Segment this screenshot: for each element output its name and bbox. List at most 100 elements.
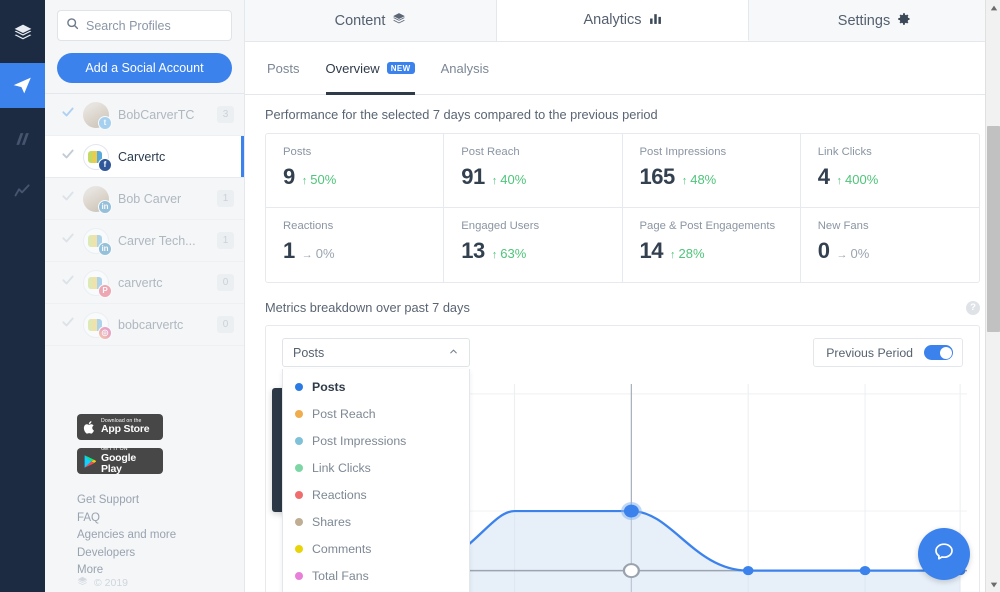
metric-value: 0 bbox=[818, 238, 830, 264]
scrollbar-up-arrow[interactable] bbox=[986, 0, 1000, 15]
dropdown-option[interactable]: Comments bbox=[283, 535, 469, 562]
profile-name: BobCarverTC bbox=[118, 108, 217, 122]
profile-name: Bob Carver bbox=[118, 192, 217, 206]
option-label: Total Fans bbox=[312, 569, 369, 583]
dropdown-option[interactable]: Post Impressions bbox=[283, 427, 469, 454]
metric-label: Reactions bbox=[283, 220, 443, 232]
paper-plane-icon bbox=[12, 75, 33, 96]
option-color-dot bbox=[295, 491, 303, 499]
option-color-dot bbox=[295, 383, 303, 391]
search-profiles-box[interactable] bbox=[57, 10, 232, 41]
add-social-account-button[interactable]: Add a Social Account bbox=[57, 53, 232, 83]
apple-icon bbox=[83, 420, 96, 435]
metric-delta-value: 40% bbox=[500, 172, 526, 187]
metric-trend-arrow-icon: ↑ bbox=[492, 249, 498, 261]
gear-icon bbox=[897, 12, 911, 30]
profile-name: bobcarvertc bbox=[118, 318, 217, 332]
play-triangle-icon bbox=[83, 454, 96, 469]
profile-row[interactable]: ◎bobcarvertc0 bbox=[45, 304, 244, 346]
option-color-dot bbox=[295, 518, 303, 526]
metric-card: Page & Post Engagements14↑28% bbox=[623, 208, 801, 282]
metric-card: Post Impressions165↑48% bbox=[623, 134, 801, 208]
metric-value: 1 bbox=[283, 238, 295, 264]
google-play-badge[interactable]: GET IT ON Google Play bbox=[77, 448, 163, 474]
metric-trend-arrow-icon: → bbox=[302, 249, 313, 261]
metric-select[interactable]: Posts bbox=[282, 338, 470, 367]
dropdown-option[interactable]: Posts bbox=[283, 373, 469, 400]
profile-row[interactable]: Pcarvertc0 bbox=[45, 262, 244, 304]
metric-label: Post Reach bbox=[461, 146, 621, 158]
rail-item-buffer-logo[interactable] bbox=[0, 10, 45, 55]
sidebar-link[interactable]: Get Support bbox=[77, 492, 244, 510]
profile-check-icon[interactable] bbox=[61, 315, 75, 334]
sidebar-link[interactable]: FAQ bbox=[77, 510, 244, 528]
profile-row[interactable]: f Carvertc bbox=[45, 136, 244, 178]
subtab-overview[interactable]: OverviewNEW bbox=[326, 42, 415, 95]
help-chat-button[interactable] bbox=[918, 528, 970, 580]
avatar: f bbox=[83, 144, 109, 170]
app-store-badge[interactable]: Download on the App Store bbox=[77, 414, 163, 440]
vertical-scrollbar[interactable] bbox=[985, 0, 1000, 592]
metric-card: New Fans0→0% bbox=[801, 208, 979, 282]
dropdown-option[interactable]: Post Reach bbox=[283, 400, 469, 427]
metric-dropdown-list[interactable]: PostsPost ReachPost ImpressionsLink Clic… bbox=[282, 369, 470, 592]
tab-analytics[interactable]: Analytics bbox=[497, 0, 749, 41]
chevron-up-icon bbox=[448, 346, 459, 360]
rail-item-reply[interactable] bbox=[0, 169, 45, 214]
google-play-bottom: Google Play bbox=[101, 453, 157, 475]
subtab-posts[interactable]: Posts bbox=[267, 42, 300, 95]
question-mark-icon[interactable]: ? bbox=[966, 301, 980, 315]
breakdown-header: Metrics breakdown over past 7 days ? bbox=[265, 300, 980, 315]
option-label: Shares bbox=[312, 515, 351, 529]
rail-item-analyze[interactable] bbox=[0, 116, 45, 161]
metric-delta: ↑28% bbox=[670, 246, 705, 261]
metric-card: Engaged Users13↑63% bbox=[444, 208, 622, 282]
dropdown-option[interactable]: Shares bbox=[283, 508, 469, 535]
twitter-icon: t bbox=[98, 116, 112, 130]
metric-value: 91 bbox=[461, 164, 484, 190]
sidebar-link[interactable]: Agencies and more bbox=[77, 527, 244, 545]
metric-trend-arrow-icon: ↑ bbox=[670, 249, 676, 261]
profile-list: tBobCarverTC3fCarvertcinBob Carver1inCar… bbox=[45, 93, 244, 346]
linkedin-icon: in bbox=[98, 242, 112, 256]
metric-card: Post Reach91↑40% bbox=[444, 134, 622, 208]
dropdown-option[interactable]: Total Fans bbox=[283, 562, 469, 589]
rail-item-publish[interactable] bbox=[0, 63, 45, 108]
profile-row[interactable]: inCarver Tech...1 bbox=[45, 220, 244, 262]
profile-check-icon[interactable] bbox=[61, 231, 75, 250]
sidebar-link[interactable]: Developers bbox=[77, 545, 244, 563]
metric-value-row: 14↑28% bbox=[640, 238, 800, 264]
chart-toolbar: Posts Previous Period bbox=[266, 326, 979, 367]
metric-label: Link Clicks bbox=[818, 146, 979, 158]
profile-check-icon[interactable] bbox=[61, 273, 75, 292]
chart-point-current bbox=[860, 566, 871, 575]
metric-value: 4 bbox=[818, 164, 830, 190]
scrollbar-down-arrow[interactable] bbox=[986, 577, 1000, 592]
search-input[interactable] bbox=[86, 19, 223, 33]
tab-settings[interactable]: Settings bbox=[749, 0, 1000, 41]
previous-period-toggle[interactable]: Previous Period bbox=[813, 338, 963, 367]
profile-count-badge: 0 bbox=[217, 316, 234, 333]
profile-check-icon[interactable] bbox=[61, 189, 75, 208]
profile-check-icon[interactable] bbox=[61, 105, 75, 124]
profile-row[interactable]: inBob Carver1 bbox=[45, 178, 244, 220]
subtab-analysis[interactable]: Analysis bbox=[441, 42, 489, 95]
metric-label: New Fans bbox=[818, 220, 979, 232]
metric-delta: →0% bbox=[302, 246, 335, 261]
subtab-label: Posts bbox=[267, 61, 300, 76]
dropdown-option[interactable]: Link Clicks bbox=[283, 454, 469, 481]
layers-icon bbox=[13, 23, 33, 43]
search-icon bbox=[66, 17, 86, 35]
metric-value-row: 4↑400% bbox=[818, 164, 979, 190]
previous-period-switch[interactable] bbox=[924, 345, 953, 360]
dropdown-option[interactable]: Reactions bbox=[283, 481, 469, 508]
option-label: Comments bbox=[312, 542, 371, 556]
scrollbar-thumb[interactable] bbox=[987, 126, 1000, 332]
profile-check-icon[interactable] bbox=[61, 147, 75, 166]
profile-row[interactable]: tBobCarverTC3 bbox=[45, 94, 244, 136]
metric-delta-value: 48% bbox=[690, 172, 716, 187]
profile-name: Carvertc bbox=[118, 150, 234, 164]
buffer-analytics-app: Add a Social Account tBobCarverTC3fCarve… bbox=[0, 0, 1000, 592]
tab-content[interactable]: Content bbox=[245, 0, 497, 41]
copyright: © 2019 bbox=[77, 576, 128, 590]
